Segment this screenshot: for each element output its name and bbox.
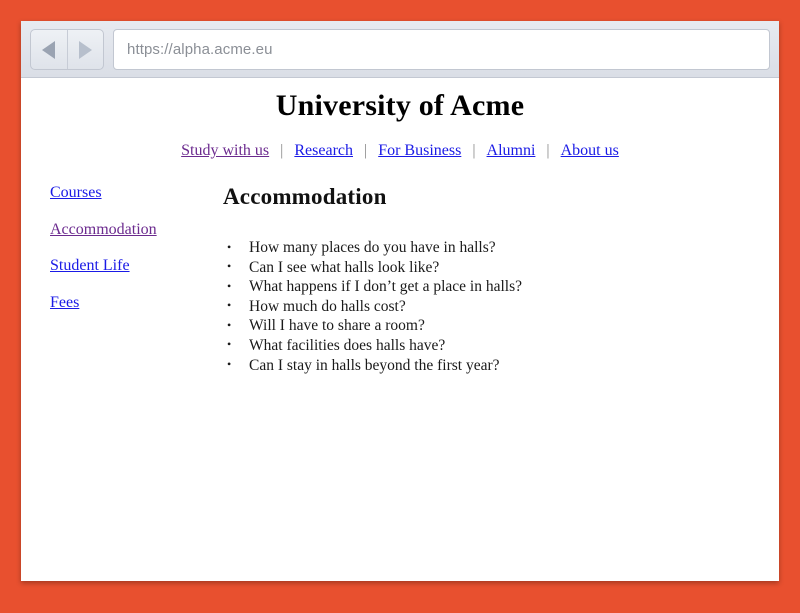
- nav-link-research[interactable]: Research: [294, 142, 353, 159]
- faq-list-item: What happens if I don’t get a place in h…: [223, 277, 749, 297]
- content-heading: Accommodation: [223, 184, 749, 210]
- body-area: Courses Accommodation Student Life Fees Acc…: [21, 184, 779, 375]
- nav-separator: |: [546, 142, 549, 159]
- sidebar-item-accommodation[interactable]: Accommodation: [50, 221, 200, 239]
- page-content: University of Acme Study with us | Researc…: [21, 78, 779, 581]
- faq-list-item: What facilities does halls have?: [223, 336, 749, 356]
- sidebar: Courses Accommodation Student Life Fees: [50, 184, 200, 330]
- triangle-right-icon: [79, 41, 92, 59]
- faq-list-item: How many places do you have in halls?: [223, 238, 749, 258]
- nav-separator: |: [280, 142, 283, 159]
- nav-link-about-us[interactable]: About us: [561, 142, 619, 159]
- faq-list-item: How much do halls cost?: [223, 297, 749, 317]
- nav-link-study-with-us[interactable]: Study with us: [181, 142, 269, 159]
- nav-separator: |: [472, 142, 475, 159]
- faq-list-item: Will I have to share a room?: [223, 316, 749, 336]
- main-navigation: Study with us | Research | For Business | Alum…: [21, 142, 779, 160]
- main-content: Accommodation How many places do you hav…: [223, 184, 779, 375]
- nav-link-alumni[interactable]: Alumni: [487, 142, 536, 159]
- forward-button[interactable]: [67, 30, 103, 69]
- browser-toolbar: https://alpha.acme.eu: [21, 21, 779, 78]
- address-bar-text: https://alpha.acme.eu: [127, 41, 273, 58]
- page-title: University of Acme: [21, 78, 779, 123]
- sidebar-item-student-life[interactable]: Student Life: [50, 257, 200, 275]
- address-bar[interactable]: https://alpha.acme.eu: [113, 29, 770, 70]
- nav-separator: |: [364, 142, 367, 159]
- faq-list-item: Can I stay in halls beyond the first yea…: [223, 356, 749, 376]
- back-button[interactable]: [31, 30, 67, 69]
- nav-link-for-business[interactable]: For Business: [378, 142, 461, 159]
- faq-list-item: Can I see what halls look like?: [223, 258, 749, 278]
- faq-list: How many places do you have in halls?Can…: [223, 238, 749, 375]
- navigation-button-group: [30, 29, 104, 70]
- sidebar-item-courses[interactable]: Courses: [50, 184, 200, 202]
- triangle-left-icon: [42, 41, 55, 59]
- browser-window: https://alpha.acme.eu University of Acme…: [21, 21, 779, 581]
- sidebar-item-fees[interactable]: Fees: [50, 294, 200, 312]
